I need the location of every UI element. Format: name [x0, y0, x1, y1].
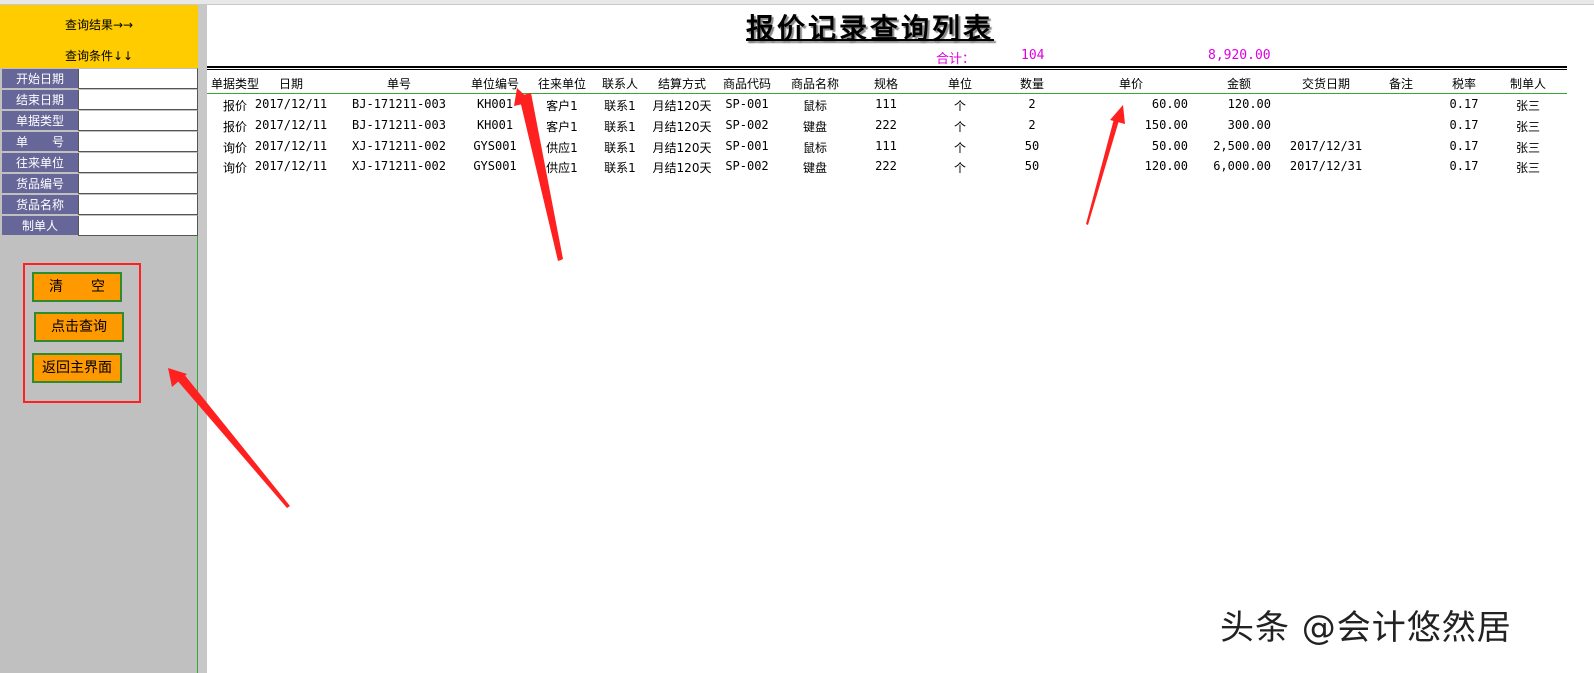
header-divider [207, 93, 1567, 94]
creator-input[interactable] [78, 216, 198, 236]
query-button[interactable]: 点击查询 [34, 312, 124, 342]
cell-creator: 张三 [1515, 99, 1540, 113]
field-creator: 制单人 [0, 216, 198, 237]
column-header-unit-price: 单价 [1118, 77, 1143, 91]
field-label: 货品编号 [2, 174, 78, 194]
cell-delivery-date: 2017/12/31 [1289, 139, 1363, 153]
column-header-strip [0, 0, 1594, 5]
item-name-input[interactable] [78, 195, 198, 215]
field-label: 开始日期 [2, 69, 78, 89]
field-label: 货品名称 [2, 195, 78, 215]
field-label: 单据类型 [2, 111, 78, 131]
report-title: 报价记录查询列表 [746, 12, 995, 45]
return-home-button[interactable]: 返回主界面 [32, 353, 122, 383]
total-count: 104 [1021, 48, 1045, 63]
total-label: 合计： [936, 52, 976, 67]
cell-date: 2017/12/11 [254, 139, 328, 153]
cell-amount: 300.00 [1227, 118, 1271, 132]
cell-creator: 张三 [1515, 141, 1540, 155]
field-label: 往来单位 [2, 153, 78, 173]
field-doc-type: 单据类型 [0, 111, 198, 132]
cell-amount: 120.00 [1227, 97, 1271, 111]
cell-amount: 2,500.00 [1213, 139, 1271, 153]
field-partner: 往来单位 [0, 153, 198, 174]
column-header-date: 日期 [278, 77, 303, 91]
item-code-input[interactable] [78, 174, 198, 194]
cell-creator: 张三 [1515, 161, 1540, 175]
field-end-date: 结束日期 [0, 90, 198, 111]
field-label: 单 号 [2, 132, 78, 152]
field-doc-number: 单 号 [0, 132, 198, 153]
condition-label: 查询条件↓↓ [64, 49, 134, 63]
watermark: 头条 @会计悠然居 [1220, 608, 1512, 648]
field-start-date: 开始日期 [0, 69, 198, 90]
field-label: 制单人 [2, 216, 78, 236]
column-header-creator: 制单人 [1509, 77, 1546, 91]
cell-date: 2017/12/11 [254, 159, 328, 173]
cell-date: 2017/12/11 [254, 97, 328, 111]
cell-amount: 6,000.00 [1213, 159, 1271, 173]
field-item-name: 货品名称 [0, 195, 198, 216]
cell-date: 2017/12/11 [254, 118, 328, 132]
cell-delivery-date: 2017/12/31 [1289, 159, 1363, 173]
cell-creator: 张三 [1515, 120, 1540, 134]
field-item-code: 货品编号 [0, 174, 198, 195]
query-panel: 查询结果→→ 查询条件↓↓ 开始日期 结束日期 单据类型 单 号 往来单位 货品… [0, 5, 198, 673]
result-label: 查询结果→→ [64, 18, 134, 32]
panel-header: 查询结果→→ 查询条件↓↓ [0, 5, 198, 68]
field-label: 结束日期 [2, 90, 78, 110]
total-amount: 8,920.00 [1208, 48, 1271, 63]
clear-button[interactable]: 清 空 [32, 272, 122, 302]
title-divider [207, 66, 1567, 70]
